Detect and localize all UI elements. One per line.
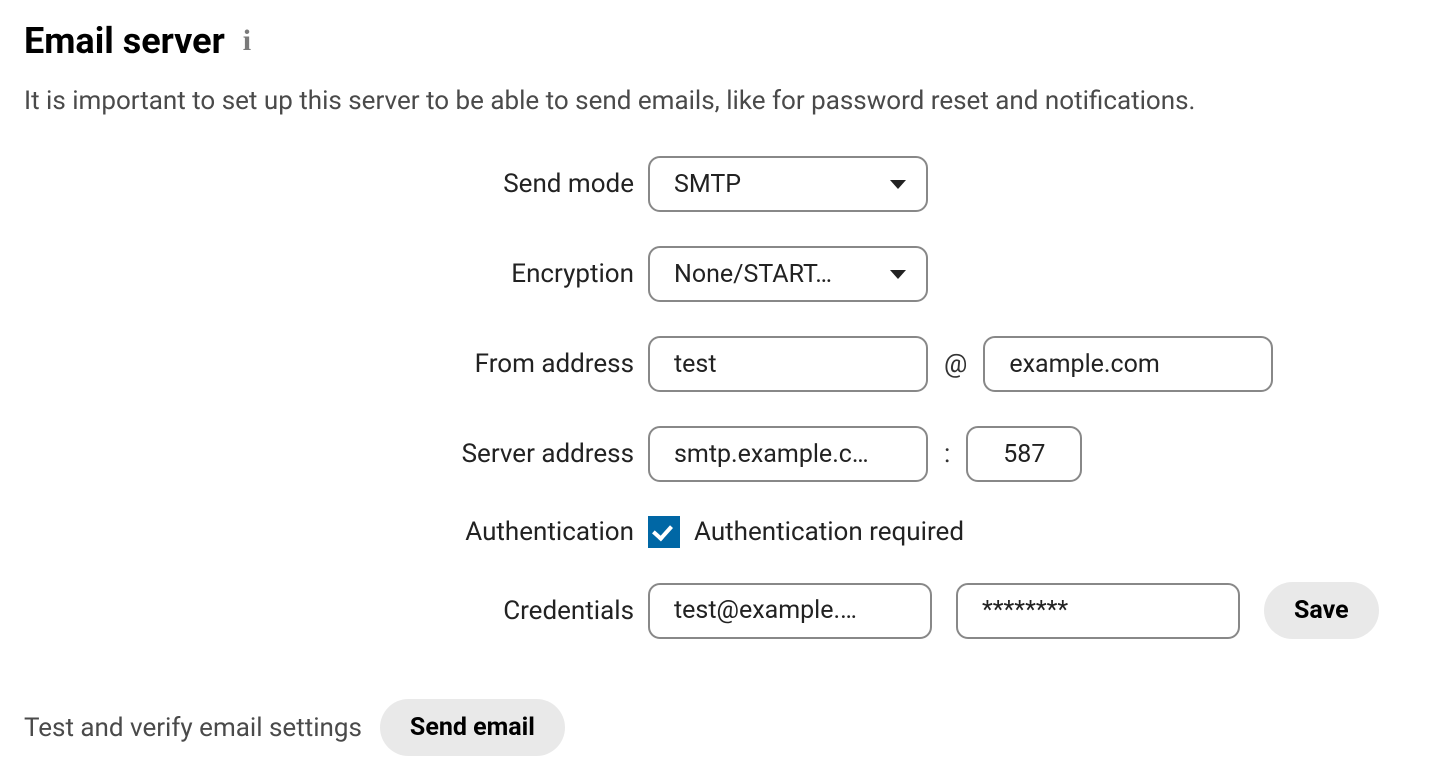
- label-server-address: Server address: [24, 439, 648, 469]
- auth-required-toggle[interactable]: Authentication required: [648, 516, 964, 548]
- save-button[interactable]: Save: [1264, 582, 1379, 639]
- encryption-value: None/START…: [674, 260, 832, 289]
- server-value: smtp.example.c…: [674, 440, 869, 469]
- label-authentication: Authentication: [24, 517, 648, 547]
- colon-separator: :: [942, 439, 952, 469]
- port-input[interactable]: 587: [966, 426, 1082, 482]
- info-icon[interactable]: i: [243, 26, 251, 56]
- page-title: Email server: [24, 20, 225, 62]
- row-authentication: Authentication Authentication required: [24, 516, 1424, 548]
- row-server-address: Server address smtp.example.c… : 587: [24, 426, 1424, 482]
- check-icon: [652, 520, 673, 541]
- row-credentials: Credentials test@example.… ******** Save: [24, 582, 1424, 639]
- from-user-input[interactable]: test: [648, 336, 928, 392]
- send-mode-select[interactable]: SMTP: [648, 156, 928, 212]
- from-user-value: test: [674, 350, 717, 379]
- credentials-password-value: ********: [982, 596, 1068, 625]
- section-header: Email server i: [24, 20, 1424, 62]
- send-mode-value: SMTP: [674, 170, 741, 199]
- auth-required-label: Authentication required: [694, 517, 964, 547]
- encryption-select[interactable]: None/START…: [648, 246, 928, 302]
- label-from-address: From address: [24, 349, 648, 379]
- chevron-down-icon: [890, 270, 906, 279]
- chevron-down-icon: [890, 180, 906, 189]
- row-test-email: Test and verify email settings Send emai…: [24, 699, 1424, 756]
- row-encryption: Encryption None/START…: [24, 246, 1424, 302]
- row-send-mode: Send mode SMTP: [24, 156, 1424, 212]
- label-send-mode: Send mode: [24, 169, 648, 199]
- row-from-address: From address test @ example.com: [24, 336, 1424, 392]
- section-subtitle: It is important to set up this server to…: [24, 86, 1424, 116]
- from-domain-value: example.com: [1009, 350, 1159, 379]
- auth-checkbox[interactable]: [648, 516, 680, 548]
- port-value: 587: [1003, 440, 1045, 469]
- from-domain-input[interactable]: example.com: [983, 336, 1273, 392]
- credentials-user-value: test@example.…: [674, 596, 857, 625]
- label-encryption: Encryption: [24, 259, 648, 289]
- test-email-label: Test and verify email settings: [24, 713, 362, 743]
- credentials-password-input[interactable]: ********: [956, 583, 1240, 639]
- at-separator: @: [942, 349, 969, 379]
- credentials-user-input[interactable]: test@example.…: [648, 583, 932, 639]
- server-input[interactable]: smtp.example.c…: [648, 426, 928, 482]
- label-credentials: Credentials: [24, 596, 648, 626]
- send-email-button[interactable]: Send email: [380, 699, 565, 756]
